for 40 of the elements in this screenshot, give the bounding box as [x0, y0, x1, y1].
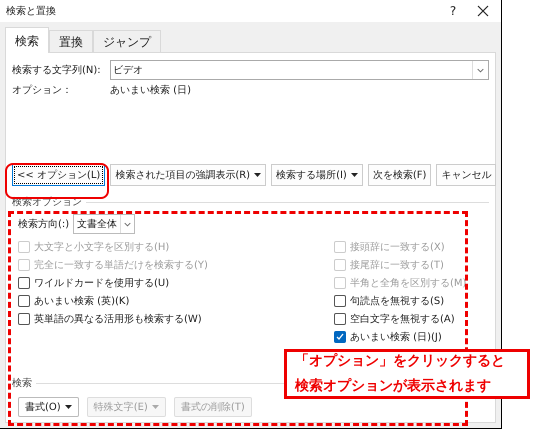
- dialog-button[interactable]: 次を検索(F): [368, 164, 432, 186]
- help-button[interactable]: ?: [443, 2, 463, 20]
- dialog-button[interactable]: キャンセル: [436, 164, 496, 186]
- section-title: 検索: [12, 376, 32, 390]
- field-label: 検索する文字列(N):: [12, 64, 102, 78]
- checkbox-label: あいまい検索 (英)(K): [34, 294, 130, 308]
- dialog-button[interactable]: 検索された項目の強調表示(R): [110, 164, 266, 186]
- window-title: 検索と置換: [6, 4, 57, 18]
- checkbox[interactable]: [18, 295, 30, 307]
- dialog-button[interactable]: << オプション(L): [12, 164, 106, 186]
- dialog-button[interactable]: 検索する場所(I): [271, 164, 363, 186]
- direction-dropdown[interactable]: 文書全体: [73, 214, 136, 234]
- checkbox-label: 半角と全角を区別する(M): [350, 276, 466, 290]
- checkbox[interactable]: [18, 313, 30, 325]
- checkbox-label: ワイルドカードを使用する(U): [34, 276, 170, 290]
- find-field[interactable]: ビデオ: [110, 60, 489, 80]
- checkbox[interactable]: [18, 277, 30, 289]
- options-label: オプション：: [12, 84, 73, 98]
- direction-label: 検索方向(:): [18, 218, 70, 232]
- caret-icon: [64, 405, 72, 409]
- checkbox[interactable]: [334, 313, 346, 325]
- callout-text: 検索オプションが表示されます: [295, 377, 492, 396]
- tab[interactable]: 検索: [5, 27, 49, 53]
- format-button[interactable]: 書式(O): [18, 397, 79, 417]
- options-value: あいまい検索 (日): [110, 84, 191, 98]
- checkbox-label: 完全に一致する単語だけを検索する(Y): [34, 258, 208, 272]
- checkbox-label: 接頭辞に一致する(X): [350, 240, 445, 254]
- checkbox-label: 大文字と小文字を区別する(H): [34, 240, 170, 254]
- caret-icon: [152, 405, 159, 409]
- tab[interactable]: ジャンプ: [93, 30, 161, 52]
- tab[interactable]: 置換: [49, 30, 93, 52]
- checkbox-label: 接尾辞に一致する(T): [350, 258, 444, 272]
- checkbox-label: 句読点を無視する(S): [350, 294, 444, 308]
- checkbox-label: 英単語の異なる活用形も検索する(W): [34, 312, 202, 326]
- checkbox[interactable]: [334, 331, 346, 343]
- checkbox-label: 空白文字を無視する(A): [350, 312, 455, 326]
- callout-text: 「オプション」をクリックすると: [295, 352, 506, 371]
- close-icon[interactable]: [477, 5, 489, 17]
- checkbox-label: あいまい検索 (日)(J): [350, 330, 442, 344]
- checkbox[interactable]: [334, 295, 346, 307]
